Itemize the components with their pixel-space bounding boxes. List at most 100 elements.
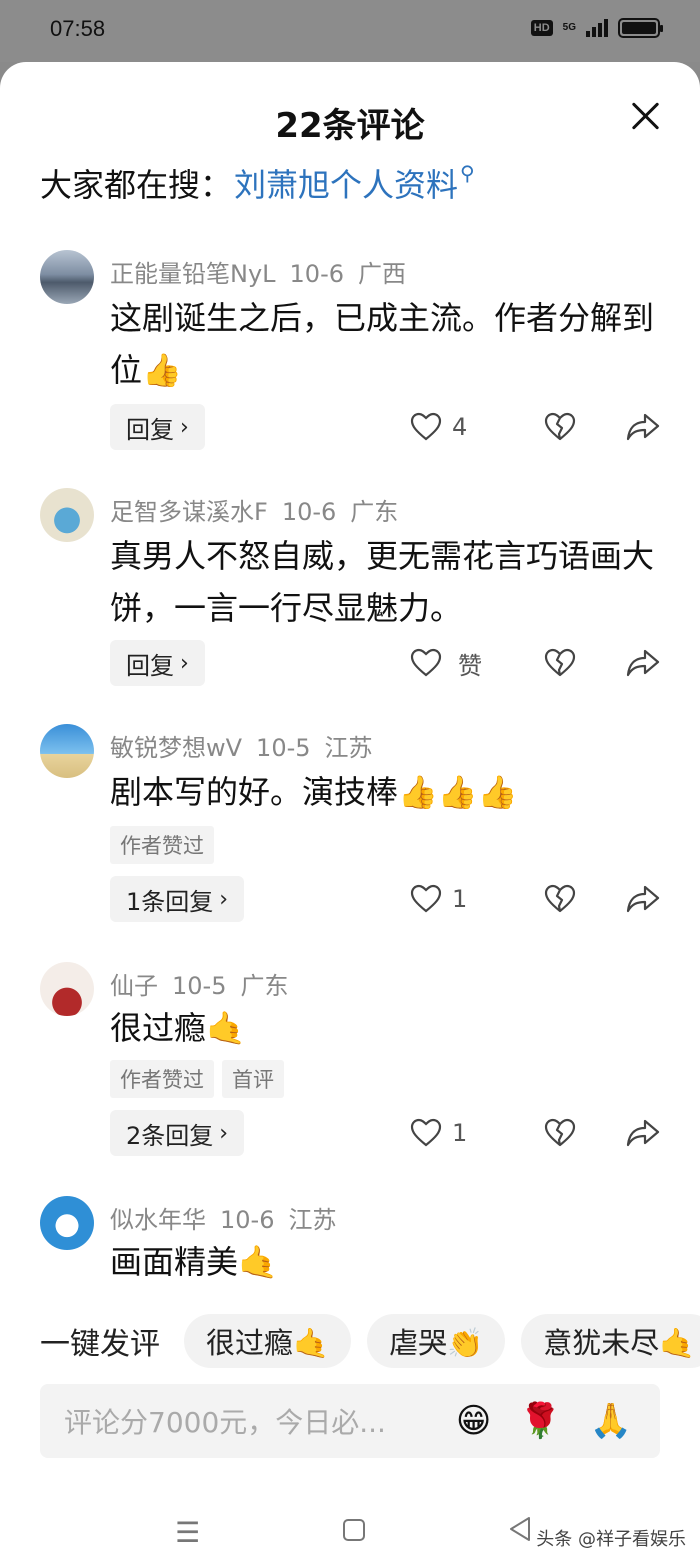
rose-emoji-button[interactable]: 🌹 bbox=[519, 1401, 561, 1441]
grin-emoji-button[interactable]: 😁 bbox=[456, 1401, 491, 1441]
reply-button[interactable]: 回复 › bbox=[110, 640, 205, 686]
comment-user[interactable]: 正能量铅笔NyL bbox=[110, 260, 276, 288]
share-icon bbox=[626, 413, 660, 441]
avatar[interactable] bbox=[40, 488, 94, 542]
comment-text: 真男人不怒自威，更无需花言巧语画大饼，一言一行尽显魅力。 bbox=[110, 537, 655, 627]
comments-sheet: 22条评论 大家都在搜： 刘萧旭个人资料 ⚲ 正能量铅笔NyL 10-6 广西 这剧… bbox=[0, 62, 700, 1567]
dislike-button[interactable] bbox=[520, 412, 600, 442]
author-liked-badge: 作者赞过 bbox=[110, 826, 214, 864]
search-hint-link[interactable]: 刘萧旭个人资料 bbox=[234, 160, 458, 206]
share-button[interactable] bbox=[600, 1118, 660, 1148]
broken-heart-icon bbox=[544, 412, 576, 441]
reply-button[interactable]: 2条回复 › bbox=[110, 1110, 245, 1156]
comment-user[interactable]: 仙子 bbox=[110, 972, 158, 1000]
reply-button[interactable]: 回复 › bbox=[110, 404, 205, 450]
comment-input[interactable]: 评论分7000元，今日必... 😁 🌹 🙏 bbox=[40, 1384, 660, 1458]
reply-label: 回复 bbox=[126, 415, 174, 444]
heart-icon bbox=[410, 884, 442, 913]
dislike-button[interactable] bbox=[520, 884, 600, 914]
reply-button[interactable]: 1条回复 › bbox=[110, 876, 245, 922]
share-button[interactable] bbox=[600, 648, 660, 678]
system-nav-bar: ☰ 头条 @祥子看娱乐 bbox=[0, 1492, 700, 1567]
comment-actions: 1 bbox=[410, 1110, 660, 1156]
share-icon bbox=[626, 1119, 660, 1147]
chevron-right-icon: › bbox=[180, 650, 189, 676]
reply-label: 2条回复 bbox=[126, 1121, 214, 1150]
like-count: 4 bbox=[452, 413, 468, 441]
like-button[interactable]: 1 bbox=[410, 1118, 520, 1148]
comment-meta: 足智多谋溪水F 10-6 广东 bbox=[110, 492, 412, 527]
watermark: 头条 @祥子看娱乐 bbox=[536, 1529, 686, 1550]
home-icon[interactable] bbox=[342, 1516, 366, 1549]
like-count: 赞 bbox=[458, 651, 482, 680]
status-bar: 07:58 HD 5G bbox=[0, 0, 700, 62]
comment-date: 10-6 bbox=[281, 498, 337, 526]
comment-text: 很过瘾🤙 bbox=[110, 1009, 246, 1047]
quick-comment-chip[interactable]: 虐哭👏 bbox=[367, 1314, 506, 1368]
signal-icon bbox=[586, 19, 608, 37]
like-count: 1 bbox=[452, 1119, 468, 1147]
hd-icon: HD bbox=[530, 20, 553, 36]
share-icon bbox=[626, 649, 660, 677]
comment-user[interactable]: 足智多谋溪水F bbox=[110, 498, 268, 526]
comment-input-placeholder: 评论分7000元，今日必... bbox=[64, 1406, 386, 1439]
quick-comment-chip[interactable]: 很过瘾🤙 bbox=[184, 1314, 352, 1368]
heart-icon bbox=[410, 412, 442, 441]
chevron-right-icon: › bbox=[180, 414, 189, 440]
like-button[interactable]: 1 bbox=[410, 884, 520, 914]
comment-actions: 4 bbox=[410, 404, 660, 450]
comment-date: 10-5 bbox=[172, 972, 227, 1000]
comment-actions: 1 bbox=[410, 876, 660, 922]
status-time: 07:58 bbox=[50, 16, 106, 41]
comment-meta: 正能量铅笔NyL 10-6 广西 bbox=[110, 254, 420, 289]
share-icon bbox=[626, 885, 660, 913]
dislike-button[interactable] bbox=[520, 1118, 600, 1148]
search-hint: 大家都在搜： 刘萧旭个人资料 ⚲ bbox=[40, 160, 475, 206]
broken-heart-icon bbox=[544, 884, 576, 913]
back-icon[interactable] bbox=[508, 1516, 532, 1549]
broken-heart-icon bbox=[544, 1118, 576, 1147]
comment-tags: 作者赞过 bbox=[110, 826, 214, 864]
comment-date: 10-5 bbox=[256, 734, 311, 762]
broken-heart-icon bbox=[544, 648, 576, 677]
battery-icon bbox=[618, 18, 663, 38]
reply-label: 回复 bbox=[126, 651, 174, 680]
comment-meta: 仙子 10-5 广东 bbox=[110, 966, 302, 1001]
comment-meta: 敏锐梦想wV 10-5 江苏 bbox=[110, 728, 387, 763]
quick-comment-label: 一键发评 bbox=[40, 1327, 160, 1362]
avatar[interactable] bbox=[40, 962, 94, 1016]
comment-user[interactable]: 似水年华 bbox=[110, 1206, 206, 1234]
comment-location: 广东 bbox=[350, 498, 399, 526]
comment-location: 江苏 bbox=[288, 1206, 337, 1234]
comment-text: 剧本写的好。演技棒👍👍👍 bbox=[110, 773, 518, 811]
first-comment-badge: 首评 bbox=[222, 1060, 284, 1098]
comment-text: 画面精美🤙 bbox=[110, 1243, 278, 1281]
menu-icon[interactable]: ☰ bbox=[175, 1516, 200, 1549]
avatar[interactable] bbox=[40, 250, 94, 304]
comment-date: 10-6 bbox=[220, 1206, 275, 1234]
comment-text: 这剧诞生之后，已成主流。作者分解到位👍 bbox=[110, 299, 655, 389]
comment-actions: 赞 bbox=[410, 640, 660, 686]
close-icon[interactable] bbox=[630, 100, 660, 130]
share-button[interactable] bbox=[600, 412, 660, 442]
quick-comment-chip[interactable]: 意犹未尽🤙 bbox=[521, 1314, 700, 1368]
heart-icon bbox=[410, 1118, 442, 1147]
pray-emoji-button[interactable]: 🙏 bbox=[590, 1401, 632, 1441]
chevron-right-icon: › bbox=[219, 886, 229, 912]
comment-location: 广西 bbox=[358, 260, 406, 288]
like-button[interactable]: 4 bbox=[410, 412, 520, 442]
like-button[interactable]: 赞 bbox=[410, 646, 520, 681]
network-type: 5G bbox=[562, 22, 576, 33]
share-button[interactable] bbox=[600, 884, 660, 914]
comment-user[interactable]: 敏锐梦想wV bbox=[110, 734, 242, 762]
search-hint-label: 大家都在搜： bbox=[40, 166, 233, 204]
comment-location: 江苏 bbox=[324, 734, 373, 762]
comment-meta: 似水年华 10-6 江苏 bbox=[110, 1200, 350, 1235]
status-icons: HD 5G bbox=[530, 18, 663, 38]
avatar[interactable] bbox=[40, 724, 94, 778]
dislike-button[interactable] bbox=[520, 648, 600, 678]
avatar[interactable] bbox=[40, 1196, 94, 1250]
comment-date: 10-6 bbox=[289, 260, 344, 288]
quick-comment-row: 一键发评 很过瘾🤙 虐哭👏 意犹未尽🤙 bbox=[0, 1313, 700, 1369]
chevron-right-icon: › bbox=[219, 1120, 229, 1146]
